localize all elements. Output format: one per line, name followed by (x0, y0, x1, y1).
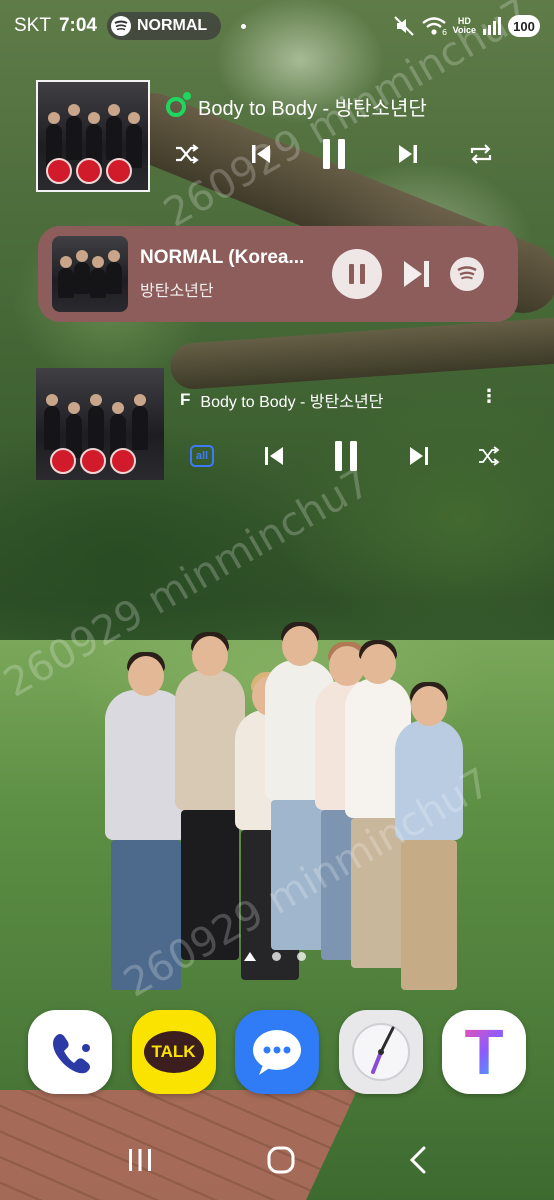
next-icon[interactable] (397, 143, 419, 165)
phone-icon (53, 1034, 90, 1074)
repeat-icon[interactable] (468, 143, 494, 165)
spotify-widget[interactable]: NORMAL (Korea... 방탄소년단 (38, 226, 518, 322)
voice-label: Voice (452, 25, 476, 35)
page-dot (297, 952, 306, 961)
clock-app-icon[interactable] (338, 1010, 423, 1094)
page-indicator[interactable] (244, 952, 306, 961)
carrier-label: SKT (14, 15, 51, 36)
track-title: Body to Body - 방탄소년단 (200, 394, 384, 411)
album-art[interactable] (36, 368, 164, 480)
wifi-standard-label: 6 (442, 28, 447, 37)
album-art[interactable] (52, 236, 128, 312)
phone-app-icon[interactable] (28, 1010, 112, 1094)
now-playing-pill[interactable]: NORMAL (106, 12, 222, 40)
app-dock: TALK T (28, 1010, 526, 1096)
kakaotalk-app-icon[interactable]: TALK (131, 1010, 216, 1094)
kakaotalk-label: TALK (143, 1031, 204, 1073)
messages-app-icon[interactable] (235, 1010, 319, 1094)
wifi-icon: 6 (421, 17, 447, 37)
music-widget-bottom[interactable]: F Body to Body - 방탄소년단 ⋮ all (36, 368, 516, 480)
spotify-track-info: NORMAL (Korea... 방탄소년단 (140, 247, 320, 301)
messages-icon (253, 1030, 301, 1075)
spotify-icon (110, 16, 131, 36)
mute-icon (393, 16, 414, 36)
track-title: Body to Body - 방탄소년단 (198, 98, 427, 120)
status-bar: SKT 7:04 NORMAL 6 HD Voice 100 (0, 0, 554, 52)
battery-icon: 100 (508, 15, 540, 37)
previous-icon[interactable] (263, 445, 285, 467)
pause-button[interactable] (332, 249, 382, 299)
spotify-icon[interactable] (450, 257, 484, 291)
now-playing-label: NORMAL (136, 17, 208, 34)
previous-icon[interactable] (250, 143, 272, 165)
playback-controls: all (190, 440, 500, 472)
shuffle-icon[interactable] (478, 446, 500, 466)
track-title: NORMAL (Korea... (140, 247, 305, 268)
track-title-row: Body to Body - 방탄소년단 (166, 91, 427, 121)
page-dot (272, 952, 281, 961)
notification-dot (241, 23, 247, 29)
clock-icon (351, 1023, 410, 1081)
track-artist: 방탄소년단 (140, 283, 214, 300)
pause-icon (349, 264, 365, 284)
next-icon[interactable] (408, 445, 430, 467)
track-title-row: F Body to Body - 방탄소년단 (180, 388, 383, 412)
recents-icon[interactable] (126, 1147, 154, 1173)
t-app-label: T (464, 1016, 504, 1088)
more-options-icon[interactable]: ⋮ (480, 386, 498, 407)
home-icon[interactable] (267, 1146, 295, 1174)
status-icons: 6 HD Voice 100 (393, 15, 540, 37)
signal-icon (483, 17, 501, 35)
clock-time: 7:04 (58, 15, 97, 36)
home-page-indicator-icon (244, 952, 256, 961)
playback-controls (174, 138, 494, 170)
pause-icon[interactable] (333, 440, 359, 472)
spotify-status-icon (166, 91, 191, 117)
pause-icon[interactable] (321, 138, 347, 170)
music-widget-top[interactable]: Body to Body - 방탄소년단 (36, 80, 536, 192)
repeat-all-label: all (190, 445, 214, 467)
repeat-all-icon[interactable]: all (190, 445, 214, 467)
album-art[interactable] (36, 80, 150, 192)
player-app-icon: F (180, 390, 191, 409)
navigation-bar (0, 1132, 554, 1188)
hd-voice-icon: HD Voice (453, 17, 476, 35)
back-icon[interactable] (408, 1146, 428, 1174)
t-app-icon[interactable]: T (442, 1010, 526, 1094)
shuffle-icon[interactable] (174, 143, 200, 165)
next-icon[interactable] (402, 259, 432, 289)
